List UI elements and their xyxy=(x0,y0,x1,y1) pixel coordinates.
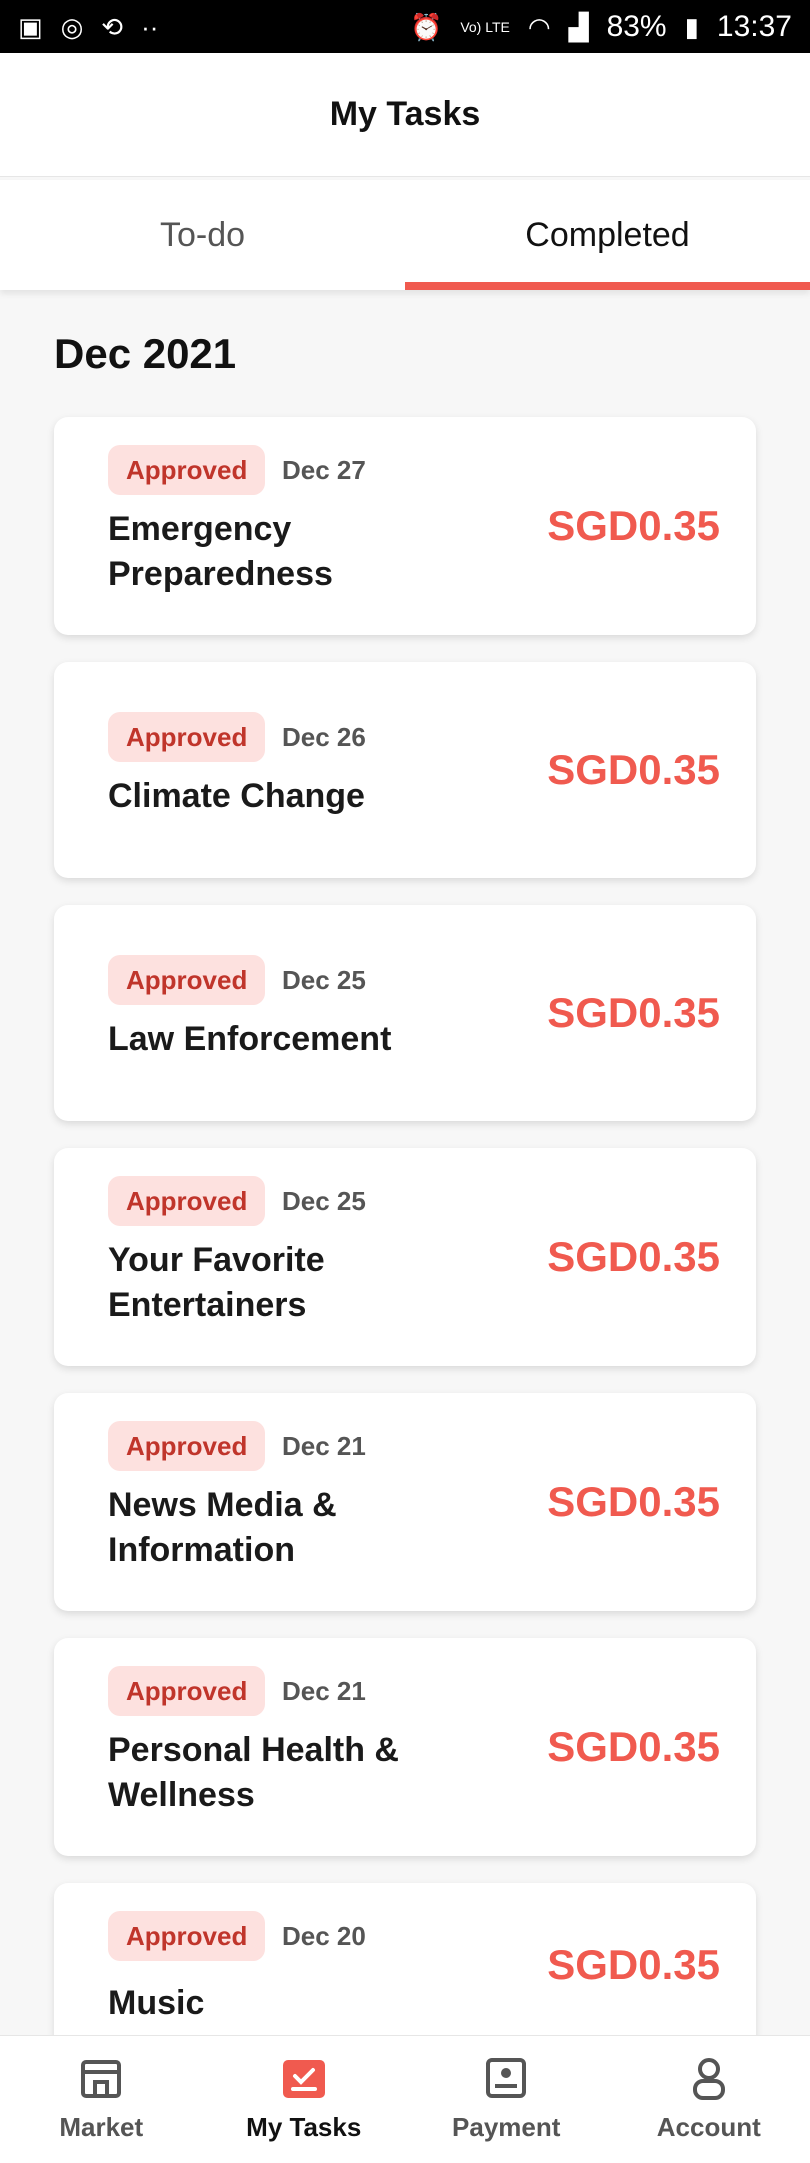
task-date: Dec 25 xyxy=(282,1185,366,1216)
task-amount: SGD0.35 xyxy=(547,989,720,1036)
task-card[interactable]: Approved Dec 21 News Media & Information… xyxy=(54,1393,756,1611)
app-header: My Tasks xyxy=(0,53,810,177)
more-dots-icon: ·· xyxy=(141,11,159,42)
task-list-container[interactable]: Dec 2021 Approved Dec 27 Emergency Prepa… xyxy=(0,290,810,2035)
task-title: Climate Change xyxy=(108,777,365,815)
task-date: Dec 27 xyxy=(282,454,366,485)
app-icon: ⟲ xyxy=(101,11,124,42)
nav-account[interactable]: Account xyxy=(608,2036,810,2163)
status-badge: Approved xyxy=(108,1421,266,1471)
tab-completed-label: Completed xyxy=(525,215,690,254)
nav-payment[interactable]: Payment xyxy=(405,2036,608,2163)
nav-my-tasks[interactable]: My Tasks xyxy=(203,2036,406,2163)
task-amount: SGD0.35 xyxy=(547,1233,720,1280)
task-title: Personal Health & Wellness xyxy=(108,1731,399,1814)
task-card[interactable]: Approved Dec 21 Personal Health & Wellne… xyxy=(54,1638,756,1856)
status-badge: Approved xyxy=(108,445,266,495)
clock: 13:37 xyxy=(716,9,792,43)
tab-todo-label: To-do xyxy=(159,215,246,254)
month-heading: Dec 2021 xyxy=(54,330,237,377)
task-card[interactable]: Approved Dec 25 Your Favorite Entertaine… xyxy=(54,1148,756,1366)
task-date: Dec 26 xyxy=(282,721,366,752)
nav-my-tasks-label: My Tasks xyxy=(246,2112,362,2142)
tasks-icon xyxy=(282,2060,325,2098)
status-badge: Approved xyxy=(108,955,266,1005)
tab-bar: To-do Completed xyxy=(0,180,810,290)
task-title: Emergency Preparedness xyxy=(108,510,333,593)
status-badge: Approved xyxy=(108,1911,266,1961)
task-card[interactable]: Approved Dec 25 Law Enforcement SGD0.35 xyxy=(54,905,756,1121)
task-title: Music xyxy=(108,1984,205,2022)
task-date: Dec 25 xyxy=(282,964,366,995)
task-date: Dec 21 xyxy=(282,1430,366,1461)
task-title: Law Enforcement xyxy=(108,1020,392,1058)
task-amount: SGD0.35 xyxy=(547,502,720,549)
tab-todo[interactable]: To-do xyxy=(0,180,405,290)
status-badge: Approved xyxy=(108,1666,266,1716)
task-card[interactable]: Approved Dec 26 Climate Change SGD0.35 xyxy=(54,662,756,878)
status-right: ⏰ Vo) LTE ◠ ▟ 83% ▮ 13:37 xyxy=(410,10,792,44)
task-date: Dec 20 xyxy=(282,1920,366,1951)
payment-icon xyxy=(486,2058,527,2098)
task-amount: SGD0.35 xyxy=(547,1478,720,1525)
signal-icon: ▟ xyxy=(568,11,589,42)
nav-market[interactable]: Market xyxy=(0,2036,203,2163)
circle-icon: ◎ xyxy=(60,11,84,42)
lte-icon: Vo) LTE xyxy=(460,18,510,35)
battery-percent: 83% xyxy=(606,9,667,43)
task-card[interactable]: Approved Dec 27 Emergency Preparedness S… xyxy=(54,417,756,635)
status-badge: Approved xyxy=(108,1176,266,1226)
page-title: My Tasks xyxy=(329,95,481,133)
wifi-icon: ◠ xyxy=(527,11,551,42)
status-bar: ▣ ◎ ⟲ ·· ⏰ Vo) LTE ◠ ▟ 83% ▮ 13:37 xyxy=(0,0,810,53)
status-left: ▣ ◎ ⟲ ·· xyxy=(18,14,158,40)
gallery-icon: ▣ xyxy=(18,11,43,42)
nav-account-label: Account xyxy=(656,2112,761,2142)
nav-market-label: Market xyxy=(59,2112,144,2142)
nav-payment-label: Payment xyxy=(452,2112,561,2142)
task-title: News Media & Information xyxy=(108,1486,337,1569)
bottom-navigation: Market My Tasks Payment Account xyxy=(0,2035,810,2163)
account-icon xyxy=(692,2058,725,2100)
task-amount: SGD0.35 xyxy=(547,746,720,793)
task-date: Dec 21 xyxy=(282,1675,366,1706)
market-icon xyxy=(81,2060,122,2098)
tab-completed[interactable]: Completed xyxy=(405,180,810,290)
task-amount: SGD0.35 xyxy=(547,1723,720,1770)
alarm-icon: ⏰ xyxy=(409,11,443,42)
status-badge: Approved xyxy=(108,712,266,762)
task-amount: SGD0.35 xyxy=(547,1941,720,1988)
battery-icon: ▮ xyxy=(684,11,699,42)
task-title: Your Favorite Entertainers xyxy=(108,1241,325,1324)
task-card[interactable]: Approved Dec 20 Music SGD0.35 xyxy=(54,1883,756,2035)
